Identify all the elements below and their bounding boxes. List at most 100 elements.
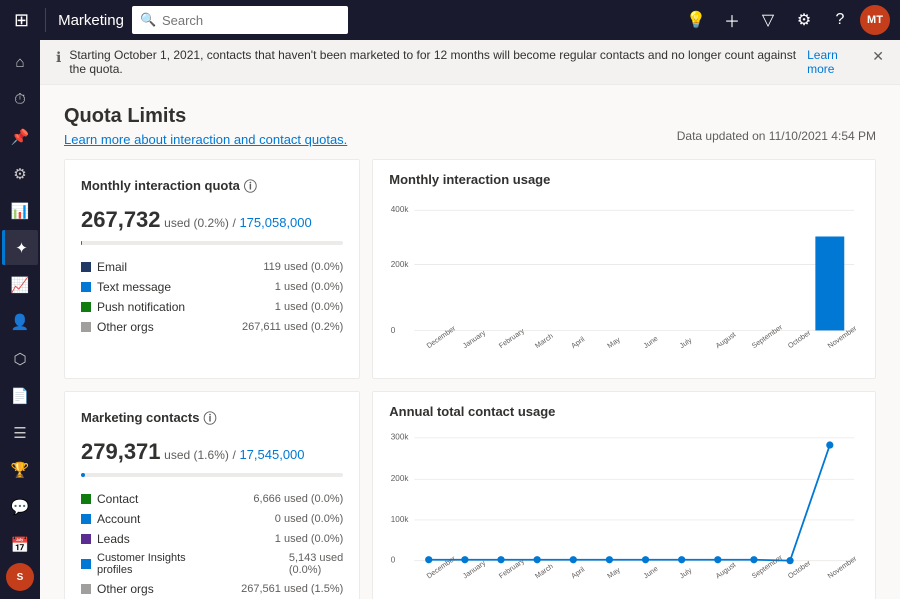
monthly-interaction-number: 267,732 [81, 207, 161, 232]
marketing-contacts-info-icon[interactable]: ⓘ [203, 408, 216, 427]
marketing-contacts-bar [81, 473, 85, 477]
leads-label: Leads [97, 532, 130, 546]
svg-text:0: 0 [391, 326, 396, 335]
marketing-contacts-separator: / [232, 448, 235, 462]
monthly-interaction-bar [81, 241, 82, 245]
marketing-contacts-numbers: 279,371 used (1.6%) / 17,545,000 [81, 439, 343, 465]
other-orgs-interaction-color-dot [81, 322, 91, 332]
chart-dot-feb [498, 556, 505, 563]
monthly-interaction-chart-card: Monthly interaction usage 400k 200k 0 [372, 159, 876, 379]
quota-row-email: Email 119 used (0.0%) [81, 257, 343, 277]
sidebar-item-content[interactable]: 📄 [2, 379, 38, 414]
annual-chart-svg: 300k 200k 100k 0 [389, 423, 859, 598]
account-color-dot [81, 514, 91, 524]
svg-text:0: 0 [391, 555, 396, 564]
marketing-contacts-rows: Contact 6,666 used (0.0%) Account 0 used… [81, 489, 343, 599]
monthly-interaction-used-label: used (0.2%) [164, 216, 229, 230]
sidebar-item-contacts[interactable]: 👤 [2, 305, 38, 340]
svg-text:July: July [678, 565, 694, 580]
top-cards-row: Monthly interaction quota ⓘ 267,732 used… [64, 159, 876, 379]
text-value: 1 used (0.0%) [275, 281, 343, 293]
marketing-contacts-limit: 17,545,000 [239, 447, 304, 462]
svg-text:200k: 200k [391, 260, 410, 269]
text-label: Text message [97, 280, 171, 294]
filter-icon[interactable]: ▽ [752, 4, 784, 36]
svg-text:400k: 400k [391, 205, 410, 214]
svg-text:February: February [497, 326, 526, 350]
monthly-interaction-info-icon[interactable]: ⓘ [244, 176, 257, 195]
sidebar-item-recent[interactable]: ⏱ [2, 82, 38, 117]
sidebar-item-insights[interactable]: ✦ [2, 230, 38, 265]
contact-value: 6,666 used (0.0%) [253, 493, 343, 505]
quota-row-other-contacts: Other orgs 267,561 used (1.5%) [81, 579, 343, 599]
page-title: Quota Limits [64, 105, 347, 128]
bottom-cards-row: Marketing contacts ⓘ 279,371 used (1.6%)… [64, 391, 876, 599]
sidebar-item-chat[interactable]: 💬 [2, 490, 38, 525]
nav-icons: 💡 ＋ ▽ ⚙ ? MT [680, 4, 890, 36]
help-icon[interactable]: ? [824, 4, 856, 36]
monthly-chart-svg: 400k 200k 0 December Jan [389, 191, 859, 366]
svg-text:April: April [570, 564, 587, 580]
text-color-dot [81, 282, 91, 292]
sidebar-item-segments[interactable]: ⬡ [2, 342, 38, 377]
monthly-interaction-quota-card: Monthly interaction quota ⓘ 267,732 used… [64, 159, 360, 379]
sidebar-item-leads[interactable]: 🏆 [2, 453, 38, 488]
svg-text:November: November [826, 554, 859, 581]
chart-dot-jul [678, 556, 685, 563]
svg-text:March: March [533, 331, 555, 350]
sidebar-bottom: S [6, 563, 34, 599]
svg-text:300k: 300k [391, 433, 410, 442]
lightbulb-icon[interactable]: 💡 [680, 4, 712, 36]
sidebar-item-pin[interactable]: 📌 [2, 119, 38, 154]
svg-text:100k: 100k [391, 515, 410, 524]
push-value: 1 used (0.0%) [275, 301, 343, 313]
sidebar-user-avatar[interactable]: S [6, 563, 34, 591]
chart-dot-jun [642, 556, 649, 563]
banner-learn-more-link[interactable]: Learn more [807, 48, 864, 76]
leads-value: 1 used (0.0%) [275, 533, 343, 545]
ci-profiles-label: Customer Insightsprofiles [97, 552, 186, 576]
search-input[interactable] [132, 6, 348, 34]
other-orgs-contacts-color-dot [81, 584, 91, 594]
marketing-contacts-bar-container [81, 473, 343, 477]
monthly-interaction-chart-title: Monthly interaction usage [389, 172, 859, 187]
email-label: Email [97, 260, 127, 274]
monthly-interaction-bar-container [81, 241, 343, 245]
monthly-interaction-numbers: 267,732 used (0.2%) / 175,058,000 [81, 207, 343, 233]
push-label: Push notification [97, 300, 185, 314]
user-avatar[interactable]: MT [860, 5, 890, 35]
other-orgs-contacts-value: 267,561 used (1.5%) [241, 583, 343, 595]
page-updated-timestamp: Data updated on 11/10/2021 4:54 PM [677, 129, 876, 143]
waffle-menu-icon[interactable]: ⊞ [10, 6, 33, 35]
settings-icon[interactable]: ⚙ [788, 4, 820, 36]
sidebar-item-home[interactable]: ⌂ [2, 45, 38, 80]
svg-text:September: September [750, 322, 785, 350]
sidebar-item-events[interactable]: 📅 [2, 527, 38, 562]
page-subtitle-link[interactable]: Learn more about interaction and contact… [64, 132, 347, 147]
sidebar-item-list[interactable]: ☰ [2, 416, 38, 451]
info-banner: ℹ Starting October 1, 2021, contacts tha… [40, 40, 900, 85]
sidebar-item-reports[interactable]: 📈 [2, 267, 38, 302]
quota-row-push: Push notification 1 used (0.0%) [81, 297, 343, 317]
monthly-interaction-rows: Email 119 used (0.0%) Text message 1 use… [81, 257, 343, 337]
push-color-dot [81, 302, 91, 312]
banner-close-icon[interactable]: ✕ [872, 48, 884, 65]
marketing-contacts-number: 279,371 [81, 439, 161, 464]
chart-dot-jan [462, 556, 469, 563]
add-icon[interactable]: ＋ [716, 4, 748, 36]
quota-row-other-interaction: Other orgs 267,611 used (0.2%) [81, 317, 343, 337]
page-header-left: Quota Limits Learn more about interactio… [64, 105, 347, 159]
quota-row-leads: Leads 1 used (0.0%) [81, 529, 343, 549]
quota-row-text: Text message 1 used (0.0%) [81, 277, 343, 297]
app-name: Marketing [58, 12, 124, 29]
svg-text:May: May [606, 335, 623, 350]
account-value: 0 used (0.0%) [275, 513, 343, 525]
email-value: 119 used (0.0%) [263, 261, 343, 273]
sidebar-item-settings[interactable]: ⚙ [2, 156, 38, 191]
info-banner-icon: ℹ [56, 49, 61, 66]
sidebar-item-chart[interactable]: 📊 [2, 193, 38, 228]
quota-row-contact: Contact 6,666 used (0.0%) [81, 489, 343, 509]
other-orgs-interaction-label: Other orgs [97, 320, 154, 334]
main-layout: ⌂ ⏱ 📌 ⚙ 📊 ✦ 📈 👤 ⬡ 📄 ☰ 🏆 💬 📅 S ℹ Starting… [0, 40, 900, 599]
nav-divider [45, 8, 46, 32]
